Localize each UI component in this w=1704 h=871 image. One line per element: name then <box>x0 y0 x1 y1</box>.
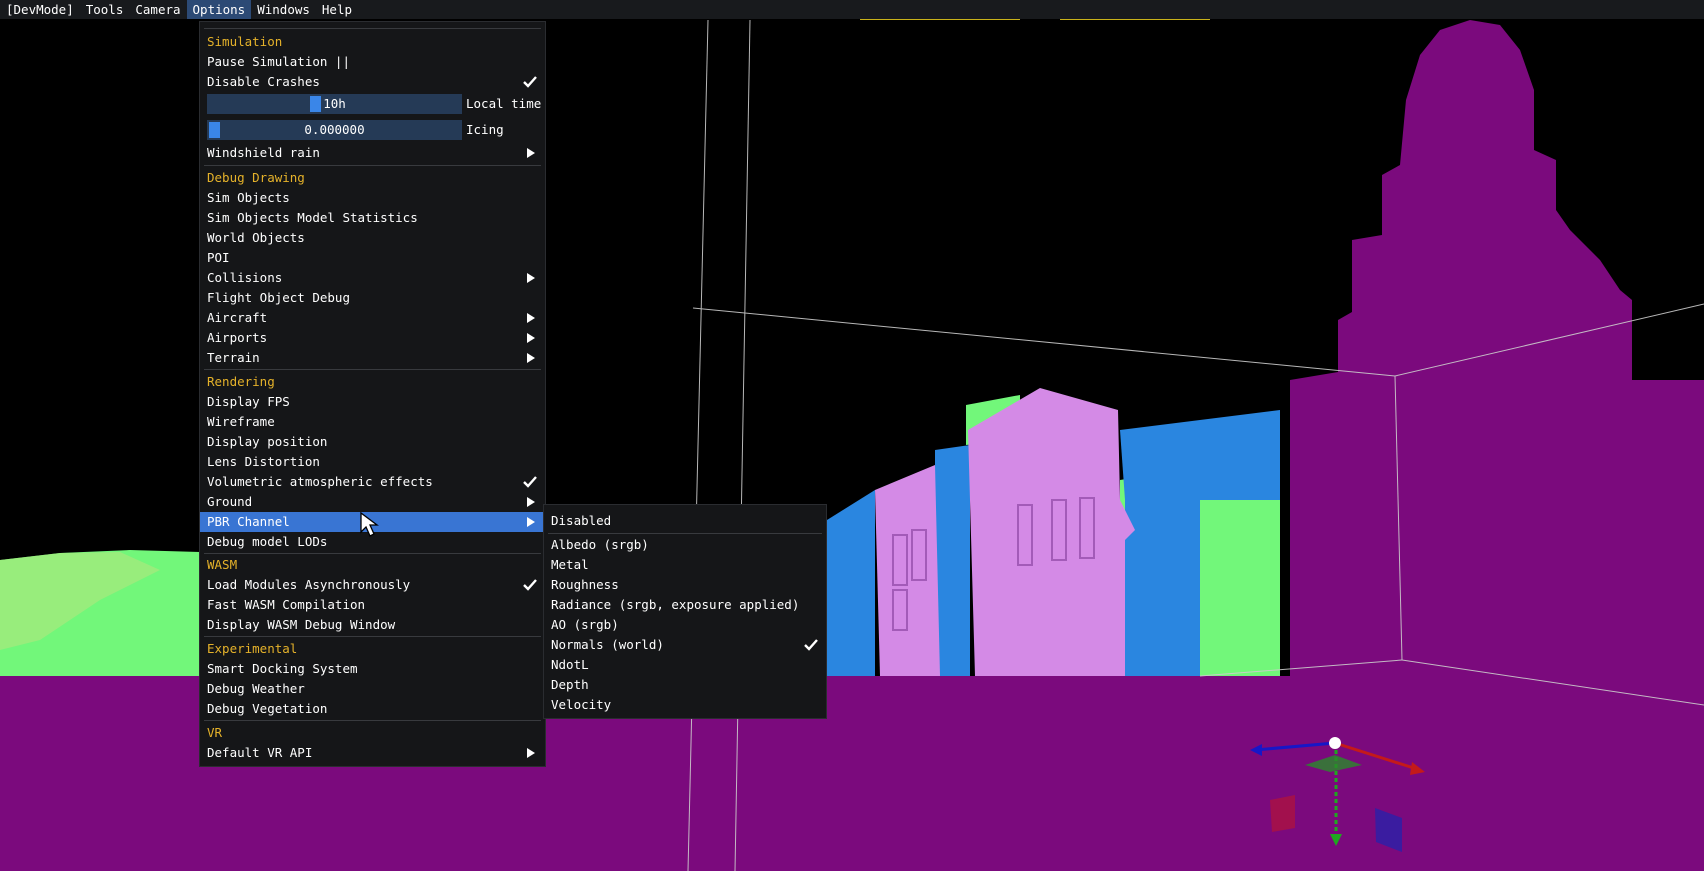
menu-windows[interactable]: Windows <box>251 0 316 19</box>
menu-item-label: Windshield rain <box>207 145 320 160</box>
pbr-item-radiance[interactable]: Radiance (srgb, exposure applied) <box>544 595 826 615</box>
menu-item-label: PBR Channel <box>207 514 290 529</box>
menu-item-ground[interactable]: Ground <box>200 492 545 512</box>
pbr-item-albedo[interactable]: Albedo (srgb) <box>544 535 826 555</box>
menu-item-debug-weather[interactable]: Debug Weather <box>200 679 545 699</box>
section-header-simulation: Simulation <box>207 34 283 49</box>
mouse-cursor-icon <box>360 512 379 537</box>
section-header-rendering: Rendering <box>207 374 275 389</box>
slider-value: 10h <box>323 96 346 111</box>
menu-item-default-vr-api[interactable]: Default VR API <box>200 743 545 763</box>
pbr-item-metal[interactable]: Metal <box>544 555 826 575</box>
submenu-arrow-icon <box>527 148 535 158</box>
checkmark-icon <box>523 476 537 488</box>
pbr-item-depth[interactable]: Depth <box>544 675 826 695</box>
menu-item-lens-distortion[interactable]: Lens Distortion <box>200 452 545 472</box>
menu-item-airports[interactable]: Airports <box>200 328 545 348</box>
local-time-row: 10h Local time <box>200 94 545 116</box>
pbr-item-disabled[interactable]: Disabled <box>544 511 826 531</box>
menu-item-fast-wasm-compilation[interactable]: Fast WASM Compilation <box>200 595 545 615</box>
checkmark-icon <box>523 579 537 591</box>
menu-item-label: Airports <box>207 330 268 345</box>
menu-devmode[interactable]: [DevMode] <box>0 0 80 19</box>
menu-item-wasm-debug-window[interactable]: Display WASM Debug Window <box>200 615 545 635</box>
pbr-item-velocity[interactable]: Velocity <box>544 695 826 715</box>
menu-camera[interactable]: Camera <box>129 0 186 19</box>
menu-item-wireframe[interactable]: Wireframe <box>200 412 545 432</box>
local-time-slider[interactable]: 10h <box>207 94 462 114</box>
separator <box>204 720 541 721</box>
menu-bar: [DevMode] Tools Camera Options Windows H… <box>0 0 1704 19</box>
icing-row: 0.000000 Icing <box>200 120 545 142</box>
menu-item-disable-crashes[interactable]: Disable Crashes <box>200 72 545 92</box>
menu-item-volumetric-effects[interactable]: Volumetric atmospheric effects <box>200 472 545 492</box>
menu-item-display-fps[interactable]: Display FPS <box>200 392 545 412</box>
section-header-debug-drawing: Debug Drawing <box>207 170 305 185</box>
menu-item-debug-vegetation[interactable]: Debug Vegetation <box>200 699 545 719</box>
menu-item-windshield-rain[interactable]: Windshield rain <box>200 143 545 163</box>
menu-item-world-objects[interactable]: World Objects <box>200 228 545 248</box>
pbr-item-ndotl[interactable]: NdotL <box>544 655 826 675</box>
section-header-vr: VR <box>207 725 223 740</box>
menu-item-label: Ground <box>207 494 253 509</box>
checkmark-icon <box>523 76 537 88</box>
menu-item-flight-object-debug[interactable]: Flight Object Debug <box>200 288 545 308</box>
submenu-arrow-icon <box>527 313 535 323</box>
checkmark-icon <box>804 639 818 651</box>
submenu-arrow-icon <box>527 497 535 507</box>
options-dropdown: Simulation Pause Simulation || Disable C… <box>199 21 546 767</box>
submenu-arrow-icon <box>527 748 535 758</box>
menu-item-label: Volumetric atmospheric effects <box>207 474 433 489</box>
separator <box>204 28 541 29</box>
menu-item-label: Terrain <box>207 350 260 365</box>
menu-item-label: Collisions <box>207 270 283 285</box>
separator <box>548 533 822 534</box>
section-header-experimental: Experimental <box>207 641 298 656</box>
submenu-arrow-icon <box>527 333 535 343</box>
pbr-item-ao[interactable]: AO (srgb) <box>544 615 826 635</box>
menu-item-display-position[interactable]: Display position <box>200 432 545 452</box>
menu-item-label: Aircraft <box>207 310 268 325</box>
menu-item-aircraft[interactable]: Aircraft <box>200 308 545 328</box>
menu-item-terrain[interactable]: Terrain <box>200 348 545 368</box>
separator <box>204 553 541 554</box>
separator <box>204 165 541 166</box>
slider-label: Icing <box>466 122 504 137</box>
section-header-wasm: WASM <box>207 557 238 572</box>
slider-value: 0.000000 <box>304 122 365 137</box>
icing-slider[interactable]: 0.000000 <box>207 120 462 140</box>
submenu-arrow-icon <box>527 517 535 527</box>
submenu-arrow-icon <box>527 273 535 283</box>
menu-item-label: Normals (world) <box>551 637 664 652</box>
pbr-item-normals[interactable]: Normals (world) <box>544 635 826 655</box>
pbr-channel-submenu: Disabled Albedo (srgb) Metal Roughness R… <box>543 504 827 719</box>
menu-item-pause-simulation[interactable]: Pause Simulation || <box>200 52 545 72</box>
menu-tools[interactable]: Tools <box>80 0 130 19</box>
menu-item-collisions[interactable]: Collisions <box>200 268 545 288</box>
slider-label: Local time <box>466 96 542 111</box>
submenu-arrow-icon <box>527 353 535 363</box>
separator <box>204 369 541 370</box>
menu-item-sim-objects-stats[interactable]: Sim Objects Model Statistics <box>200 208 545 228</box>
menu-item-sim-objects[interactable]: Sim Objects <box>200 188 545 208</box>
menu-options[interactable]: Options <box>186 0 252 19</box>
menu-item-label: Load Modules Asynchronously <box>207 577 411 592</box>
menu-item-smart-docking[interactable]: Smart Docking System <box>200 659 545 679</box>
menu-item-load-async[interactable]: Load Modules Asynchronously <box>200 575 545 595</box>
menu-item-poi[interactable]: POI <box>200 248 545 268</box>
menu-help[interactable]: Help <box>316 0 358 19</box>
pbr-item-roughness[interactable]: Roughness <box>544 575 826 595</box>
menu-item-label: Disable Crashes <box>207 74 320 89</box>
menu-item-label: Default VR API <box>207 745 313 760</box>
separator <box>204 636 541 637</box>
